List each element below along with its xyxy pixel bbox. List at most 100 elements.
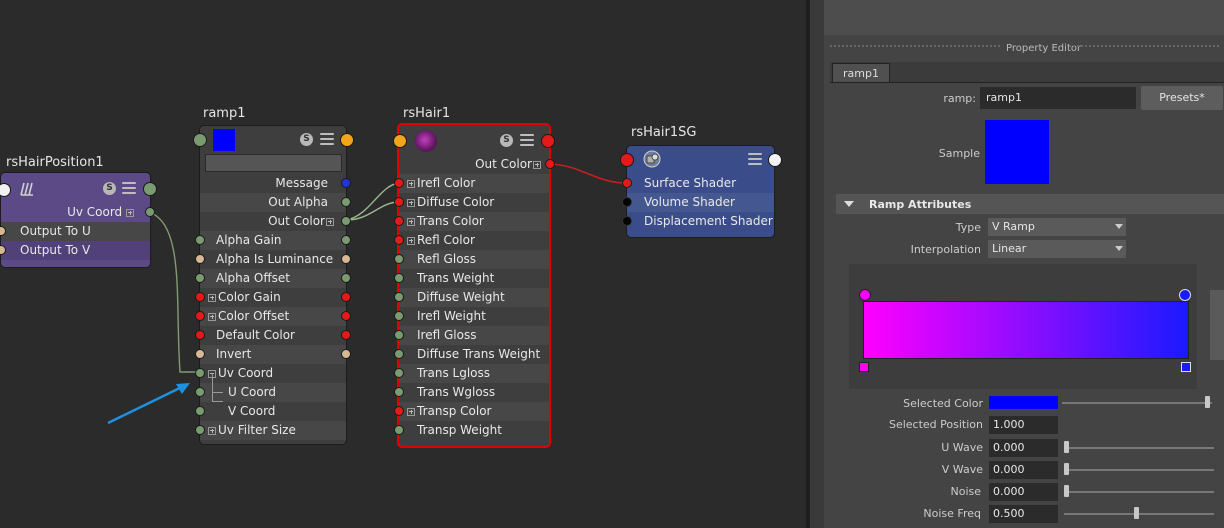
ramp-expand-button[interactable] <box>1210 290 1224 360</box>
node-input-port[interactable] <box>620 153 634 167</box>
node-input-port[interactable] <box>0 183 11 197</box>
input-port[interactable] <box>394 330 404 340</box>
attr-row-output-to-v[interactable]: Output To V <box>0 241 150 260</box>
attr-row[interactable]: Out Color <box>399 155 555 174</box>
input-port[interactable] <box>394 254 404 264</box>
input-port[interactable] <box>394 349 404 359</box>
input-port[interactable] <box>195 311 205 321</box>
input-port[interactable] <box>394 178 404 188</box>
swatch-toggle-icon[interactable]: S <box>500 134 513 147</box>
attr-row[interactable]: Color Gain <box>195 288 351 307</box>
type-dropdown[interactable]: V Ramp <box>988 218 1126 236</box>
attr-row[interactable]: Diffuse Weight <box>394 288 549 307</box>
output-port[interactable] <box>341 273 351 283</box>
noise-freq-field[interactable]: 0.500 <box>989 505 1058 523</box>
attr-row[interactable]: Uv Filter Size <box>195 421 346 440</box>
attr-row[interactable]: Refl Color <box>394 231 549 250</box>
attr-row[interactable]: Message <box>200 174 351 193</box>
selected-color-slider[interactable] <box>1062 402 1212 404</box>
expand-icon[interactable] <box>208 293 216 302</box>
node-output-port[interactable] <box>143 182 157 196</box>
slider-handle[interactable] <box>1205 396 1210 408</box>
attr-row[interactable]: Color Offset <box>195 307 351 326</box>
menu-icon[interactable] <box>520 134 534 146</box>
expand-icon[interactable] <box>407 217 415 226</box>
expand-icon[interactable] <box>126 208 134 217</box>
node-input-port[interactable] <box>193 133 207 147</box>
attr-row[interactable]: Out Alpha <box>200 193 351 212</box>
noise-field[interactable]: 0.000 <box>989 483 1058 501</box>
node-output-port[interactable] <box>340 133 354 147</box>
input-port[interactable] <box>195 330 205 340</box>
attr-row[interactable]: Diffuse Trans Weight <box>394 345 549 364</box>
presets-button[interactable]: Presets* <box>1141 86 1223 110</box>
attr-row[interactable]: Invert <box>195 345 351 364</box>
attr-row[interactable]: Irefl Weight <box>394 307 549 326</box>
output-port[interactable] <box>341 235 351 245</box>
attr-row[interactable]: Irefl Color <box>394 174 549 193</box>
expand-icon[interactable] <box>208 312 216 321</box>
swatch-toggle-icon[interactable]: S <box>103 182 116 195</box>
menu-icon[interactable] <box>320 133 334 145</box>
node-output-port[interactable] <box>768 153 782 167</box>
input-port[interactable] <box>622 178 632 188</box>
slider-handle[interactable] <box>1134 507 1139 519</box>
v-wave-field[interactable]: 0.000 <box>989 461 1058 479</box>
input-port[interactable] <box>394 216 404 226</box>
output-port[interactable] <box>341 254 351 264</box>
attr-row[interactable]: Transp Weight <box>394 421 549 440</box>
input-port[interactable] <box>394 292 404 302</box>
input-port[interactable] <box>394 387 404 397</box>
attr-row[interactable]: Trans Weight <box>394 269 549 288</box>
attr-row-volume-shader[interactable]: Volume Shader <box>622 193 774 212</box>
attr-row[interactable]: Alpha Gain <box>195 231 351 250</box>
v-wave-slider[interactable] <box>1064 469 1214 471</box>
slider-handle[interactable] <box>1064 463 1069 475</box>
expand-icon[interactable] <box>407 407 415 416</box>
slider-handle[interactable] <box>1064 485 1069 497</box>
u-wave-field[interactable]: 0.000 <box>989 439 1058 457</box>
node-editor-graph[interactable]: rsHairPosition1 S Uv Coord Output To U O… <box>0 0 808 528</box>
input-port[interactable] <box>195 292 205 302</box>
section-header-ramp-attributes[interactable]: Ramp Attributes <box>836 194 1224 214</box>
input-port[interactable] <box>195 273 205 283</box>
attr-row[interactable]: Alpha Is Luminance <box>195 250 351 269</box>
expand-icon[interactable] <box>533 160 541 169</box>
input-port[interactable] <box>0 226 6 236</box>
ramp-marker-end[interactable] <box>1181 362 1191 372</box>
ramp-editor[interactable] <box>849 264 1197 389</box>
node-output-port[interactable] <box>541 134 555 148</box>
attr-row[interactable]: Irefl Gloss <box>394 326 549 345</box>
attr-row-output-to-u[interactable]: Output To U <box>0 222 150 241</box>
output-port[interactable] <box>341 311 351 321</box>
attr-row[interactable]: Diffuse Color <box>394 193 549 212</box>
output-port[interactable] <box>341 197 351 207</box>
attr-row-uv-coord[interactable]: Uv Coord <box>1 203 155 222</box>
input-port[interactable] <box>622 197 632 207</box>
attr-row[interactable]: Default Color <box>195 326 351 345</box>
output-port[interactable] <box>145 207 155 217</box>
swatch-toggle-icon[interactable]: S <box>300 133 313 146</box>
ramp-gradient[interactable] <box>863 301 1189 359</box>
output-port[interactable] <box>545 159 555 169</box>
output-port[interactable] <box>341 292 351 302</box>
input-port[interactable] <box>195 254 205 264</box>
expand-icon[interactable] <box>407 179 415 188</box>
input-port[interactable] <box>394 311 404 321</box>
input-port[interactable] <box>195 368 205 378</box>
input-port[interactable] <box>394 368 404 378</box>
input-port[interactable] <box>195 387 205 397</box>
output-port[interactable] <box>341 216 351 226</box>
expand-icon[interactable] <box>326 217 334 226</box>
output-port[interactable] <box>341 349 351 359</box>
attr-row[interactable]: V Coord <box>195 392 346 421</box>
noise-slider[interactable] <box>1064 491 1214 493</box>
menu-icon[interactable] <box>122 182 136 194</box>
node-name-field[interactable]: ramp1 <box>980 87 1136 109</box>
attr-row-surface-shader[interactable]: Surface Shader <box>622 174 774 193</box>
attr-row[interactable]: Trans Wgloss <box>394 383 549 402</box>
input-port[interactable] <box>394 406 404 416</box>
input-port[interactable] <box>195 425 205 435</box>
dock-grip[interactable] <box>1069 45 1219 47</box>
output-port[interactable] <box>341 178 351 188</box>
